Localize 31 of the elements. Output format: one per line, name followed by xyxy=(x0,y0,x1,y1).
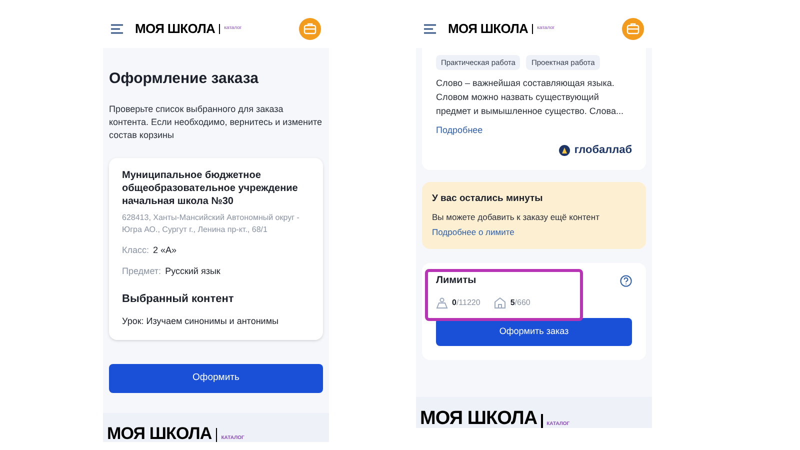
more-link[interactable]: Подробнее xyxy=(436,124,632,138)
field-value: Русский язык xyxy=(165,265,220,278)
description: Проверьте список выбранного для заказа контента. Если необходимо, вернитесь и измените состав корзины xyxy=(109,102,323,142)
provider-name: глобаллаб xyxy=(574,142,632,158)
field-label: Класс: xyxy=(122,244,149,256)
limit-counter: 5/660 xyxy=(510,297,530,309)
logo[interactable]: МОЯ ШКОЛА xyxy=(135,19,216,39)
submit-button[interactable]: Оформить xyxy=(109,364,323,392)
school-name: Муниципальное бюджетное общеобразовательное учреждение начальная школа №30 xyxy=(122,168,299,208)
content-item: Урок: Изучаем синонимы и антонимы xyxy=(122,315,280,328)
footer-logo: МОЯ ШКОЛА xyxy=(420,409,538,428)
limit-counter: 0/11220 xyxy=(452,297,480,309)
limit-link[interactable]: Подробнее о лимите xyxy=(432,226,636,239)
field-label: Предмет: xyxy=(122,265,162,278)
help-icon[interactable] xyxy=(620,274,632,286)
notice-text: Вы можете добавить к заказу ещё контент xyxy=(432,210,600,224)
field-value: 2 «А» xyxy=(153,244,177,256)
school-address: 628413, Ханты-Мансийский Автономный округ - Югра АО., Сургут г., Ленина пр-кт., 68/1 xyxy=(122,212,300,236)
footer-logo: МОЯ ШКОЛА xyxy=(107,425,212,442)
logo[interactable]: МОЯ ШКОЛА xyxy=(448,19,528,39)
notice-title: У вас остались минуты xyxy=(432,192,544,206)
section-title: Выбранный контент xyxy=(122,292,235,306)
provider-logo-icon xyxy=(559,144,570,156)
people-icon xyxy=(436,297,448,309)
menu-icon[interactable] xyxy=(424,24,436,34)
order-button[interactable]: Оформить заказ xyxy=(436,318,632,346)
description: Слово – важнейшая составляющая языка. Словом можно назвать существующий предмет и вымышленное существо. Слова... xyxy=(436,77,624,118)
page-title: Оформление заказа xyxy=(109,69,260,89)
menu-icon[interactable] xyxy=(111,24,123,34)
limits-title: Лимиты xyxy=(436,274,476,288)
house-icon xyxy=(494,297,506,309)
